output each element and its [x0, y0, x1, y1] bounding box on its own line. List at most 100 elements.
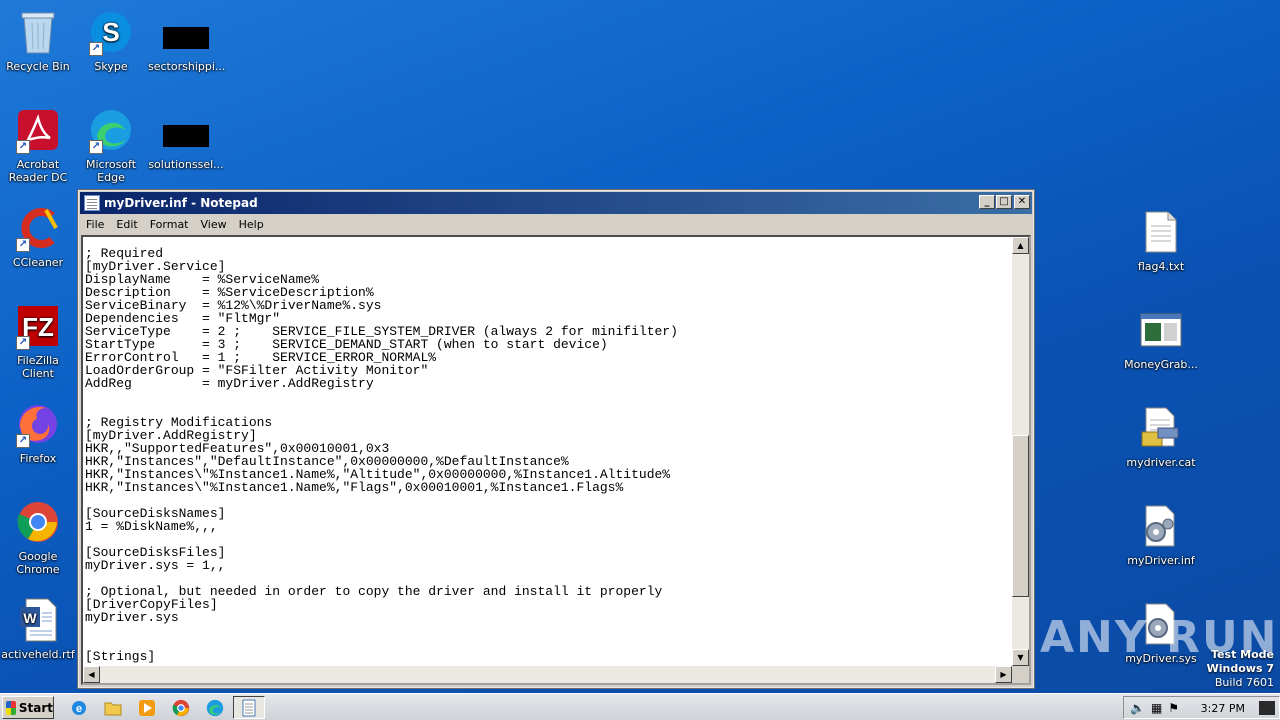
text-line [85, 390, 1009, 403]
maximize-button[interactable]: □ [996, 195, 1012, 209]
notepad-icon [84, 195, 100, 211]
chrome-icon [14, 498, 62, 546]
desktop-icon-mydriver-inf[interactable]: myDriver.inf [1123, 502, 1199, 567]
vertical-scrollbar[interactable]: ▲ ▼ [1012, 237, 1029, 666]
desktop-icon-label: Recycle Bin [6, 60, 70, 73]
scroll-down-button[interactable]: ▼ [1012, 649, 1029, 666]
size-grip[interactable] [1012, 666, 1029, 683]
menu-file[interactable]: File [80, 218, 110, 231]
shortcut-arrow-icon: ↗ [16, 238, 30, 252]
window-title: myDriver.inf - Notepad [104, 196, 258, 210]
windows-logo-icon [6, 700, 16, 715]
setup-info-icon [1137, 502, 1185, 550]
text-line: ; Optional, but needed in order to copy … [85, 584, 663, 599]
desktop-icon-label: MoneyGrab... [1124, 358, 1198, 371]
desktop-icon-label: Microsoft Edge [85, 158, 137, 184]
shortcut-arrow-icon: ↗ [16, 336, 30, 350]
desktop-icon-label: flag4.txt [1137, 260, 1185, 273]
svg-text:e: e [76, 703, 82, 715]
start-label: Start [18, 700, 53, 715]
menu-format[interactable]: Format [144, 218, 195, 231]
desktop-icon-ccleaner[interactable]: ↗ CCleaner [0, 204, 76, 269]
notepad-window[interactable]: myDriver.inf - Notepad _ □ ✕ File Edit F… [77, 189, 1035, 689]
text-editor[interactable]: ; Required [myDriver.Service] DisplayName … [81, 235, 1031, 685]
svg-text:W: W [23, 610, 37, 626]
clock[interactable]: 3:27 PM [1201, 702, 1245, 715]
svg-text:S: S [102, 17, 119, 47]
text-line: [Strings] [85, 649, 156, 663]
test-mode-notice: Test Mode Windows 7 Build 7601 [1207, 648, 1274, 690]
text-line: myDriver.sys = 1,, [85, 558, 226, 573]
text-line: HKR,"Instances\"%Instance1.Name%,"Flags"… [85, 480, 624, 495]
desktop-icon-firefox[interactable]: ↗ Firefox [0, 400, 76, 465]
word-document-icon: W [14, 596, 62, 644]
scroll-left-button[interactable]: ◀ [83, 666, 100, 683]
close-button[interactable]: ✕ [1014, 195, 1030, 209]
desktop-icon-mydriver-cat[interactable]: mydriver.cat [1123, 404, 1199, 469]
desktop-icon-label: FileZilla Client [17, 354, 59, 380]
notepad-taskbar-icon [238, 697, 260, 719]
scroll-right-button[interactable]: ▶ [995, 666, 1012, 683]
desktop-icon-acrobat[interactable]: ↗ Acrobat Reader DC [0, 106, 76, 184]
desktop-icon-label: sectorshippi... [148, 60, 226, 73]
shortcut-arrow-icon: ↗ [16, 140, 30, 154]
desktop-icon-edge[interactable]: ↗ Microsoft Edge [73, 106, 149, 184]
desktop-icon-skype[interactable]: S ↗ Skype [73, 8, 149, 73]
vertical-scroll-thumb[interactable] [1012, 435, 1029, 597]
app-window-icon [1137, 306, 1185, 354]
editor-text[interactable]: ; Required [myDriver.Service] DisplayName … [85, 247, 1009, 663]
taskbar: Start e 🔈 ▦ ⚑ 3:27 PM [0, 693, 1280, 720]
media-player-icon[interactable] [136, 697, 158, 719]
edge-taskbar-icon[interactable] [204, 697, 226, 719]
text-line: 1 = %DiskName%,,, [85, 519, 218, 534]
desktop-icon-label: mydriver.cat [1126, 456, 1196, 469]
ie-icon[interactable]: e [68, 697, 90, 719]
text-line: myDriver.sys [85, 610, 179, 625]
desktop-icon-flag4[interactable]: flag4.txt [1123, 208, 1199, 273]
test-mode-line1: Test Mode [1211, 648, 1274, 661]
desktop-icon-label: CCleaner [12, 256, 64, 269]
folder-icon[interactable] [102, 697, 124, 719]
desktop-icon-label: Acrobat Reader DC [8, 158, 68, 184]
desktop-icon-label: myDriver.inf [1127, 554, 1195, 567]
desktop-icon-solutionssel[interactable]: solutionssel... [148, 106, 224, 171]
desktop-icon-chrome[interactable]: Google Chrome [0, 498, 76, 576]
desktop-icon-activeheld[interactable]: W activeheld.rtf [0, 596, 76, 661]
chrome-taskbar-icon[interactable] [170, 697, 192, 719]
speaker-icon[interactable]: 🔈 [1130, 701, 1145, 715]
show-desktop-button[interactable] [1259, 701, 1275, 715]
desktop-icon-sectorshipping[interactable]: sectorshippi... [148, 8, 226, 73]
start-button[interactable]: Start [2, 696, 54, 719]
text-line [85, 637, 1009, 650]
horizontal-scrollbar[interactable]: ◀ ▶ [83, 666, 1012, 683]
redacted-file-icon [162, 8, 210, 56]
notepad-taskbar-button[interactable] [233, 696, 265, 719]
desktop-icon-recycle-bin[interactable]: Recycle Bin [0, 8, 76, 73]
desktop-icon-moneygrab[interactable]: MoneyGrab... [1123, 306, 1199, 371]
test-mode-line2: Windows 7 [1206, 662, 1274, 675]
test-mode-line3: Build 7601 [1214, 676, 1274, 689]
filezilla-icon: FZ ↗ [14, 302, 62, 350]
action-center-flag-icon[interactable]: ⚑ [1168, 701, 1179, 715]
text-line [85, 624, 1009, 637]
menu-edit[interactable]: Edit [110, 218, 143, 231]
text-line: [SourceDisksNames] [85, 506, 226, 521]
ccleaner-icon: ↗ [14, 204, 62, 252]
minimize-button[interactable]: _ [979, 195, 995, 209]
scroll-up-button[interactable]: ▲ [1012, 237, 1029, 254]
menu-bar: File Edit Format View Help [80, 214, 1032, 234]
desktop-icon-label: Google Chrome [16, 550, 60, 576]
text-file-icon [1137, 208, 1185, 256]
menu-view[interactable]: View [195, 218, 233, 231]
menu-help[interactable]: Help [233, 218, 270, 231]
recycle-bin-icon [14, 8, 62, 56]
desktop-icon-label: Skype [94, 60, 128, 73]
desktop-icon-filezilla[interactable]: FZ ↗ FileZilla Client [0, 302, 76, 380]
acrobat-icon: ↗ [14, 106, 62, 154]
title-bar[interactable]: myDriver.inf - Notepad _ □ ✕ [80, 192, 1032, 214]
shortcut-arrow-icon: ↗ [16, 434, 30, 448]
network-icon[interactable]: ▦ [1151, 701, 1162, 715]
shortcut-arrow-icon: ↗ [89, 140, 103, 154]
desktop-icon-label: Firefox [19, 452, 57, 465]
desktop-icon-label: activeheld.rtf [1, 648, 75, 661]
